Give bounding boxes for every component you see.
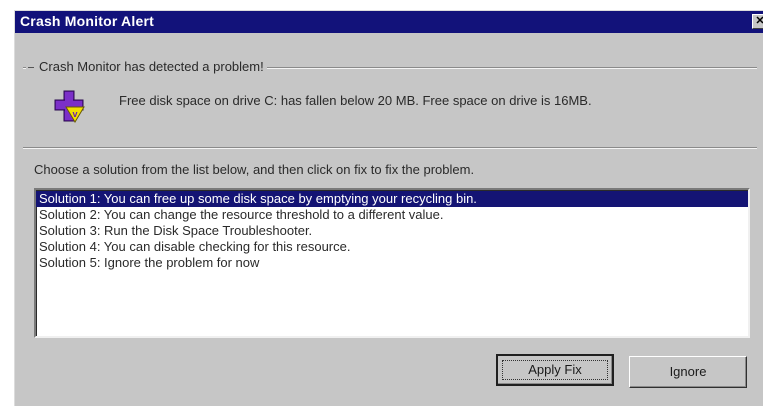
- svg-text:v: v: [72, 109, 77, 119]
- apply-fix-button[interactable]: Apply Fix: [496, 354, 614, 386]
- solution-item-1[interactable]: Solution 1: You can free up some disk sp…: [36, 191, 748, 207]
- ignore-label: Ignore: [669, 364, 707, 379]
- solution-item-4[interactable]: Solution 4: You can disable checking for…: [36, 239, 748, 255]
- crash-monitor-dialog: Crash Monitor Alert ✕ Crash Monitor has …: [14, 10, 763, 406]
- solution-item-2[interactable]: Solution 2: You can change the resource …: [36, 207, 748, 223]
- problem-heading: Crash Monitor has detected a problem!: [39, 59, 264, 74]
- solutions-listbox[interactable]: Solution 1: You can free up some disk sp…: [34, 188, 750, 338]
- window-title: Crash Monitor Alert: [20, 13, 154, 29]
- disk-warning-icon: v: [54, 90, 85, 123]
- instruction-text: Choose a solution from the list below, a…: [34, 162, 475, 177]
- ignore-button[interactable]: Ignore: [629, 356, 747, 388]
- divider: [23, 147, 757, 149]
- group-box-label: Crash Monitor has detected a problem!: [26, 59, 267, 74]
- solution-item-3[interactable]: Solution 3: Run the Disk Space Troublesh…: [36, 223, 748, 239]
- close-button[interactable]: ✕: [752, 14, 763, 29]
- solution-item-5[interactable]: Solution 5: Ignore the problem for now: [36, 255, 748, 271]
- close-icon: ✕: [755, 15, 763, 27]
- focus-rectangle: [502, 360, 608, 380]
- problem-message: Free disk space on drive C: has fallen b…: [119, 93, 592, 108]
- title-bar[interactable]: Crash Monitor Alert ✕: [15, 11, 763, 33]
